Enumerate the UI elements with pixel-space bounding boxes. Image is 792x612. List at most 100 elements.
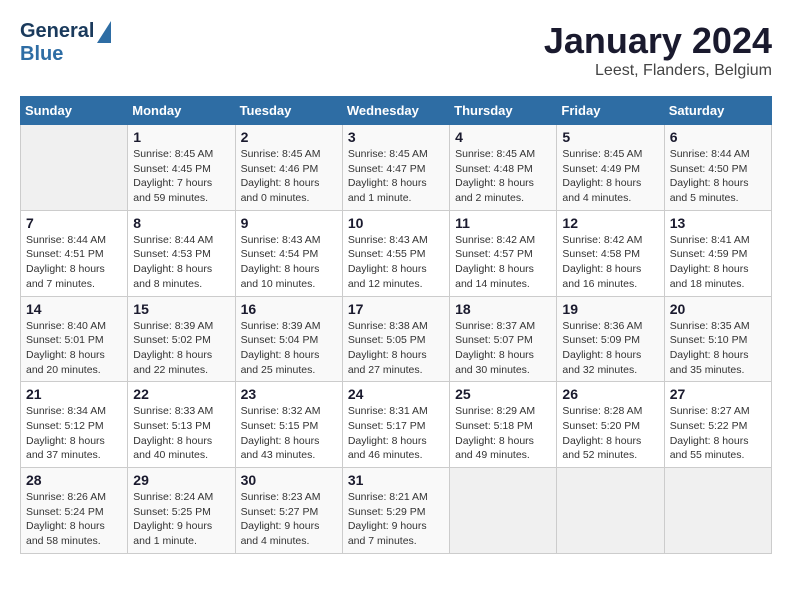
day-info: Sunrise: 8:29 AMSunset: 5:18 PMDaylight:… <box>455 404 551 463</box>
calendar-cell: 30Sunrise: 8:23 AMSunset: 5:27 PMDayligh… <box>235 468 342 554</box>
day-info: Sunrise: 8:40 AMSunset: 5:01 PMDaylight:… <box>26 319 122 378</box>
calendar-cell: 19 Sunrise: 8:36 AMSunset: 5:09 PMDayligh… <box>557 296 664 382</box>
day-info: Sunrise: 8:43 AMSunset: 4:55 PMDaylight:… <box>348 233 444 292</box>
calendar-cell: 16Sunrise: 8:39 AMSunset: 5:04 PMDayligh… <box>235 296 342 382</box>
day-info: Sunrise: 8:35 AMSunset: 5:10 PMDaylight:… <box>670 319 766 378</box>
calendar-body: 1 Sunrise: 8:45 AMSunset: 4:45 PMDaylight… <box>21 125 772 554</box>
day-number: 19 <box>562 301 658 317</box>
day-info: Sunrise: 8:37 AMSunset: 5:07 PMDaylight:… <box>455 319 551 378</box>
day-number: 13 <box>670 215 766 231</box>
calendar-cell: 7Sunrise: 8:44 AMSunset: 4:51 PMDaylight… <box>21 210 128 296</box>
calendar-cell: 17 Sunrise: 8:38 AMSunset: 5:05 PMDayligh… <box>342 296 449 382</box>
calendar-cell: 14 Sunrise: 8:40 AMSunset: 5:01 PMDayligh… <box>21 296 128 382</box>
day-info: Sunrise: 8:33 AMSunset: 5:13 PMDaylight:… <box>133 404 229 463</box>
day-number: 12 <box>562 215 658 231</box>
calendar-week-5: 28 Sunrise: 8:26 AMSunset: 5:24 PMDayligh… <box>21 468 772 554</box>
day-info: Sunrise: 8:34 AMSunset: 5:12 PMDaylight:… <box>26 404 122 463</box>
day-number: 18 <box>455 301 551 317</box>
calendar-cell: 11 Sunrise: 8:42 AMSunset: 4:57 PMDayligh… <box>450 210 557 296</box>
calendar-cell: 21 Sunrise: 8:34 AMSunset: 5:12 PMDayligh… <box>21 382 128 468</box>
day-info: Sunrise: 8:26 AMSunset: 5:24 PMDaylight:… <box>26 490 122 549</box>
calendar-cell: 26Sunrise: 8:28 AMSunset: 5:20 PMDayligh… <box>557 382 664 468</box>
day-number: 4 <box>455 129 551 145</box>
weekday-header-monday: Monday <box>128 97 235 125</box>
day-number: 5 <box>562 129 658 145</box>
weekday-header-saturday: Saturday <box>664 97 771 125</box>
calendar-cell: 15Sunrise: 8:39 AMSunset: 5:02 PMDayligh… <box>128 296 235 382</box>
day-info: Sunrise: 8:21 AMSunset: 5:29 PMDaylight:… <box>348 490 444 549</box>
calendar-table: SundayMondayTuesdayWednesdayThursdayFrid… <box>20 96 772 554</box>
day-number: 14 <box>26 301 122 317</box>
day-info: Sunrise: 8:45 AMSunset: 4:45 PMDaylight:… <box>133 147 229 206</box>
calendar-cell <box>21 125 128 211</box>
calendar-cell: 27Sunrise: 8:27 AMSunset: 5:22 PMDayligh… <box>664 382 771 468</box>
day-info: Sunrise: 8:41 AMSunset: 4:59 PMDaylight:… <box>670 233 766 292</box>
calendar-cell: 4 Sunrise: 8:45 AMSunset: 4:48 PMDaylight… <box>450 125 557 211</box>
day-info: Sunrise: 8:42 AMSunset: 4:57 PMDaylight:… <box>455 233 551 292</box>
calendar-cell <box>557 468 664 554</box>
calendar-cell: 2 Sunrise: 8:45 AMSunset: 4:46 PMDaylight… <box>235 125 342 211</box>
calendar-cell: 25 Sunrise: 8:29 AMSunset: 5:18 PMDayligh… <box>450 382 557 468</box>
calendar-cell: 10 Sunrise: 8:43 AMSunset: 4:55 PMDayligh… <box>342 210 449 296</box>
day-number: 2 <box>241 129 337 145</box>
day-info: Sunrise: 8:38 AMSunset: 5:05 PMDaylight:… <box>348 319 444 378</box>
day-info: Sunrise: 8:32 AMSunset: 5:15 PMDaylight:… <box>241 404 337 463</box>
day-number: 9 <box>241 215 337 231</box>
day-number: 28 <box>26 472 122 488</box>
day-number: 24 <box>348 386 444 402</box>
weekday-header-sunday: Sunday <box>21 97 128 125</box>
calendar-cell: 3Sunrise: 8:45 AMSunset: 4:47 PMDaylight… <box>342 125 449 211</box>
day-number: 29 <box>133 472 229 488</box>
day-number: 20 <box>670 301 766 317</box>
day-number: 23 <box>241 386 337 402</box>
calendar-cell: 20 Sunrise: 8:35 AMSunset: 5:10 PMDayligh… <box>664 296 771 382</box>
main-title: January 2024 <box>544 20 772 62</box>
day-number: 22 <box>133 386 229 402</box>
calendar-cell <box>450 468 557 554</box>
calendar-week-4: 21 Sunrise: 8:34 AMSunset: 5:12 PMDayligh… <box>21 382 772 468</box>
calendar-cell: 9Sunrise: 8:43 AMSunset: 4:54 PMDaylight… <box>235 210 342 296</box>
day-info: Sunrise: 8:45 AMSunset: 4:46 PMDaylight:… <box>241 147 337 206</box>
day-number: 1 <box>133 129 229 145</box>
day-info: Sunrise: 8:23 AMSunset: 5:27 PMDaylight:… <box>241 490 337 549</box>
day-number: 25 <box>455 386 551 402</box>
day-info: Sunrise: 8:44 AMSunset: 4:53 PMDaylight:… <box>133 233 229 292</box>
logo: General Blue <box>20 20 111 66</box>
calendar-week-2: 7Sunrise: 8:44 AMSunset: 4:51 PMDaylight… <box>21 210 772 296</box>
calendar-header: SundayMondayTuesdayWednesdayThursdayFrid… <box>21 97 772 125</box>
calendar-cell: 29 Sunrise: 8:24 AMSunset: 5:25 PMDayligh… <box>128 468 235 554</box>
day-number: 11 <box>455 215 551 231</box>
weekday-header-wednesday: Wednesday <box>342 97 449 125</box>
day-info: Sunrise: 8:24 AMSunset: 5:25 PMDaylight:… <box>133 490 229 549</box>
day-number: 21 <box>26 386 122 402</box>
calendar-cell: 18 Sunrise: 8:37 AMSunset: 5:07 PMDayligh… <box>450 296 557 382</box>
day-number: 3 <box>348 129 444 145</box>
day-number: 6 <box>670 129 766 145</box>
day-number: 31 <box>348 472 444 488</box>
day-number: 8 <box>133 215 229 231</box>
day-info: Sunrise: 8:39 AMSunset: 5:02 PMDaylight:… <box>133 319 229 378</box>
day-info: Sunrise: 8:44 AMSunset: 4:50 PMDaylight:… <box>670 147 766 206</box>
calendar-cell: 28 Sunrise: 8:26 AMSunset: 5:24 PMDayligh… <box>21 468 128 554</box>
calendar-cell: 6 Sunrise: 8:44 AMSunset: 4:50 PMDaylight… <box>664 125 771 211</box>
day-number: 17 <box>348 301 444 317</box>
day-number: 26 <box>562 386 658 402</box>
calendar-cell: 1 Sunrise: 8:45 AMSunset: 4:45 PMDaylight… <box>128 125 235 211</box>
title-block: January 2024 Leest, Flanders, Belgium <box>544 20 772 80</box>
logo-triangle-icon <box>97 21 111 43</box>
calendar-cell: 31 Sunrise: 8:21 AMSunset: 5:29 PMDayligh… <box>342 468 449 554</box>
day-info: Sunrise: 8:42 AMSunset: 4:58 PMDaylight:… <box>562 233 658 292</box>
day-info: Sunrise: 8:45 AMSunset: 4:48 PMDaylight:… <box>455 147 551 206</box>
weekday-header-thursday: Thursday <box>450 97 557 125</box>
day-info: Sunrise: 8:36 AMSunset: 5:09 PMDaylight:… <box>562 319 658 378</box>
logo-blue-text: Blue <box>20 43 63 66</box>
day-number: 10 <box>348 215 444 231</box>
day-info: Sunrise: 8:27 AMSunset: 5:22 PMDaylight:… <box>670 404 766 463</box>
calendar-cell: 5Sunrise: 8:45 AMSunset: 4:49 PMDaylight… <box>557 125 664 211</box>
day-info: Sunrise: 8:39 AMSunset: 5:04 PMDaylight:… <box>241 319 337 378</box>
weekday-header-friday: Friday <box>557 97 664 125</box>
page-header: General Blue January 2024 Leest, Flander… <box>20 20 772 80</box>
calendar-cell: 24Sunrise: 8:31 AMSunset: 5:17 PMDayligh… <box>342 382 449 468</box>
calendar-cell: 12 Sunrise: 8:42 AMSunset: 4:58 PMDayligh… <box>557 210 664 296</box>
subtitle: Leest, Flanders, Belgium <box>544 62 772 80</box>
